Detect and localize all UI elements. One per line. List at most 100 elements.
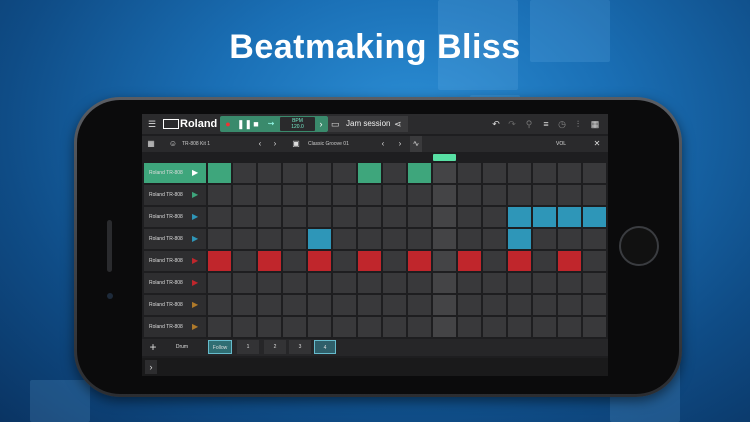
step-pad-off[interactable] [283, 185, 306, 205]
share-icon[interactable]: ⋖ [394, 116, 404, 132]
step-pad-off[interactable] [383, 229, 406, 249]
track-play-icon[interactable]: ▶ [192, 207, 202, 227]
track-label[interactable]: Roland TR-808 ▶ [144, 273, 206, 293]
step-pad-off[interactable] [333, 317, 356, 337]
volume-icon[interactable]: VOL [555, 136, 567, 152]
step-pad-off[interactable] [583, 273, 606, 293]
step-pad-off[interactable] [483, 185, 506, 205]
step-pad-off[interactable] [208, 207, 231, 227]
step-pad-off[interactable] [258, 207, 281, 227]
step-pad-on[interactable] [508, 207, 531, 227]
step-pad-off[interactable] [508, 317, 531, 337]
step-pad-off[interactable] [233, 229, 256, 249]
mixer-icon[interactable]: ⫶ [572, 116, 584, 132]
track-play-icon[interactable]: ▶ [192, 251, 202, 271]
page-button[interactable]: 1 [237, 340, 259, 354]
step-pad-off[interactable] [308, 207, 331, 227]
step-pad-off[interactable] [383, 273, 406, 293]
page-button[interactable]: 3 [289, 340, 311, 354]
step-pad-off[interactable] [558, 185, 581, 205]
stop-icon[interactable]: ■ [251, 116, 261, 132]
step-pad-off[interactable] [458, 207, 481, 227]
step-pad-on[interactable] [208, 163, 231, 183]
step-pad-off[interactable] [583, 251, 606, 271]
chevron-right-icon[interactable]: › [316, 116, 326, 132]
step-pad-off[interactable] [283, 207, 306, 227]
step-pad-off[interactable] [508, 295, 531, 315]
step-pad-off[interactable] [533, 185, 556, 205]
step-pad-off[interactable] [258, 317, 281, 337]
step-pad-off[interactable] [233, 295, 256, 315]
step-pad-off[interactable] [483, 295, 506, 315]
track-label[interactable]: Roland TR-808 ▶ [144, 229, 206, 249]
step-pad-on[interactable] [358, 163, 381, 183]
step-pad-off[interactable] [383, 163, 406, 183]
track-play-icon[interactable]: ▶ [192, 295, 202, 315]
step-pad-off[interactable] [558, 317, 581, 337]
step-pad-off[interactable] [283, 229, 306, 249]
step-pad-off[interactable] [533, 273, 556, 293]
pattern-prev-button[interactable]: ‹ [378, 136, 388, 152]
step-pad-off[interactable] [233, 251, 256, 271]
step-pad-off[interactable] [533, 229, 556, 249]
step-pad-off[interactable] [283, 317, 306, 337]
step-pad-off[interactable] [583, 185, 606, 205]
kit-name[interactable]: TR-808 Kit 1 [182, 136, 210, 152]
step-pad-off[interactable] [558, 273, 581, 293]
step-pad-on[interactable] [408, 163, 431, 183]
step-pad-off[interactable] [383, 207, 406, 227]
step-pad-off[interactable] [333, 295, 356, 315]
step-pad-off[interactable] [283, 295, 306, 315]
step-pad-off[interactable] [483, 229, 506, 249]
step-pad-off[interactable] [483, 273, 506, 293]
step-pad-off[interactable] [233, 185, 256, 205]
step-pad-off[interactable] [408, 185, 431, 205]
menu-icon[interactable]: ☰ [145, 116, 159, 132]
track-play-icon[interactable]: ▶ [192, 185, 202, 205]
step-pad-off[interactable] [208, 229, 231, 249]
step-pad-off[interactable] [208, 273, 231, 293]
step-pad-off[interactable] [333, 273, 356, 293]
step-pad-off[interactable] [383, 185, 406, 205]
track-play-icon[interactable]: ▶ [192, 317, 202, 337]
record-icon[interactable]: ● [223, 116, 233, 132]
step-pad-off[interactable] [283, 163, 306, 183]
step-pad-off[interactable] [483, 251, 506, 271]
add-icon[interactable]: + [147, 340, 159, 354]
step-pad-off[interactable] [433, 163, 456, 183]
tempo-icon[interactable]: ⇝ [265, 116, 277, 132]
step-pad-off[interactable] [408, 229, 431, 249]
view-grid-icon[interactable]: ▦ [145, 136, 157, 152]
step-pad-off[interactable] [408, 273, 431, 293]
step-pad-off[interactable] [583, 295, 606, 315]
step-pad-off[interactable] [483, 163, 506, 183]
step-pad-off[interactable] [533, 317, 556, 337]
step-pad-off[interactable] [458, 185, 481, 205]
step-pad-off[interactable] [433, 229, 456, 249]
step-pad-off[interactable] [258, 273, 281, 293]
step-pad-off[interactable] [533, 251, 556, 271]
step-pad-off[interactable] [458, 273, 481, 293]
step-pad-on[interactable] [508, 251, 531, 271]
step-pad-off[interactable] [308, 295, 331, 315]
home-button[interactable] [619, 226, 659, 266]
step-pad-off[interactable] [208, 317, 231, 337]
step-pad-off[interactable] [358, 295, 381, 315]
step-pad-on[interactable] [558, 251, 581, 271]
step-pad-off[interactable] [208, 185, 231, 205]
step-pad-off[interactable] [333, 163, 356, 183]
close-icon[interactable]: ✕ [591, 136, 603, 152]
step-pad-off[interactable] [333, 207, 356, 227]
step-pad-off[interactable] [433, 251, 456, 271]
step-pad-off[interactable] [508, 273, 531, 293]
track-play-icon[interactable]: ▶ [192, 273, 202, 293]
step-pad-off[interactable] [333, 185, 356, 205]
step-pad-off[interactable] [458, 163, 481, 183]
step-pad-off[interactable] [458, 295, 481, 315]
step-pad-off[interactable] [308, 317, 331, 337]
step-pad-off[interactable] [433, 207, 456, 227]
step-pad-off[interactable] [433, 295, 456, 315]
expand-icon[interactable]: › [145, 360, 157, 374]
step-pad-off[interactable] [433, 317, 456, 337]
step-pad-off[interactable] [458, 229, 481, 249]
